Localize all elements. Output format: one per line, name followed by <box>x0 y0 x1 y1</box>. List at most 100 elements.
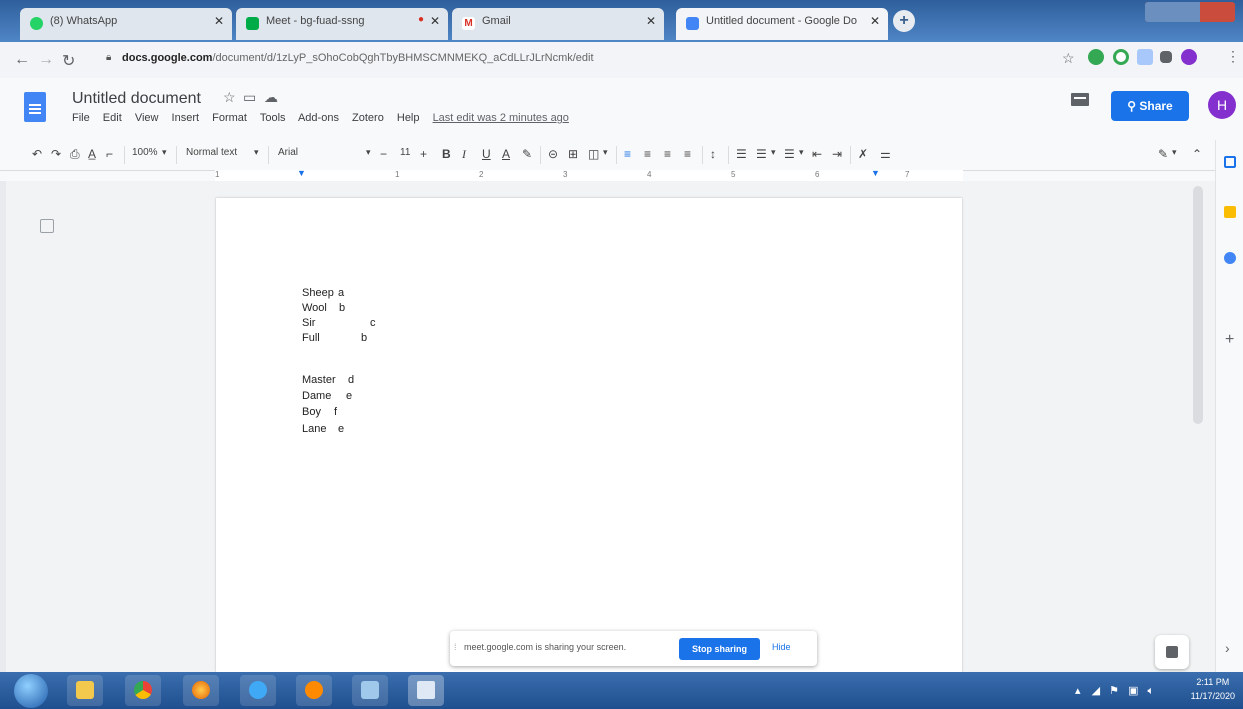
explore-button[interactable] <box>1155 635 1189 669</box>
tasks-icon[interactable] <box>1224 252 1236 264</box>
back-icon[interactable]: ← <box>14 51 30 69</box>
menu-file[interactable]: File <box>72 112 90 124</box>
justify-icon[interactable]: ≡ <box>684 147 691 161</box>
menu-edit[interactable]: Edit <box>103 112 122 124</box>
highlight-icon[interactable]: ✎ <box>522 147 532 161</box>
extension-icon[interactable] <box>1137 49 1153 65</box>
align-center-icon[interactable]: ≡ <box>644 147 651 161</box>
taskbar-document[interactable] <box>408 675 444 706</box>
extension-icon[interactable] <box>1113 49 1129 65</box>
tab-gmail[interactable]: M Gmail ✕ <box>452 8 664 40</box>
document-title[interactable]: Untitled document <box>72 90 201 108</box>
taskbar-explorer[interactable] <box>67 675 103 706</box>
reload-icon[interactable]: ↻ <box>62 51 75 71</box>
font-select[interactable]: Arial <box>278 147 298 158</box>
align-left-icon[interactable]: ≡ <box>624 147 631 161</box>
taskbar-network[interactable] <box>352 675 388 706</box>
style-select[interactable]: Normal text <box>186 147 237 158</box>
minimize-button[interactable] <box>1145 2 1175 22</box>
menu-insert[interactable]: Insert <box>172 112 200 124</box>
last-edit-link[interactable]: Last edit was 2 minutes ago <box>433 112 569 124</box>
show-hidden-icons-icon[interactable]: ▴ <box>1075 685 1081 697</box>
flag-icon[interactable]: ⚑ <box>1109 685 1119 697</box>
increase-font-size-icon[interactable]: + <box>420 147 427 161</box>
vertical-scrollbar[interactable] <box>1193 186 1203 424</box>
menu-format[interactable]: Format <box>212 112 247 124</box>
star-icon[interactable]: ☆ <box>223 89 236 106</box>
close-tab-icon[interactable]: ✕ <box>430 14 440 28</box>
checklist-icon[interactable]: ☰ <box>736 147 747 161</box>
print-icon[interactable]: ⎙ <box>70 147 80 162</box>
account-avatar[interactable]: H <box>1208 91 1236 119</box>
italic-button[interactable]: I <box>462 147 466 162</box>
underline-button[interactable]: U <box>482 147 491 161</box>
menu-help[interactable]: Help <box>397 112 420 124</box>
menu-tools[interactable]: Tools <box>260 112 286 124</box>
bookmark-star-icon[interactable]: ☆ <box>1062 50 1075 67</box>
comment-history-icon[interactable] <box>1070 92 1090 110</box>
undo-icon[interactable]: ↶ <box>32 147 42 161</box>
line-spacing-icon[interactable]: ↕ <box>710 147 716 161</box>
extensions-puzzle-icon[interactable] <box>1160 51 1172 63</box>
hide-button[interactable]: Hide <box>772 642 791 652</box>
decrease-indent-icon[interactable]: ⇤ <box>812 147 822 161</box>
drag-handle-icon[interactable]: ⁞ <box>454 642 457 652</box>
close-tab-icon[interactable]: ✕ <box>646 14 656 28</box>
signal-icon[interactable]: ◢ <box>1092 685 1100 697</box>
url-field[interactable]: 🔒︎ docs.google.com/document/d/1zLyP_sOho… <box>106 48 1052 72</box>
indent-marker-icon[interactable]: ▼ <box>297 168 306 178</box>
image-icon[interactable]: ◫ <box>588 147 599 161</box>
docs-logo-icon[interactable] <box>24 92 46 122</box>
stop-sharing-button[interactable]: Stop sharing <box>679 638 760 660</box>
bold-button[interactable]: B <box>442 147 451 161</box>
close-tab-icon[interactable]: ✕ <box>214 14 224 28</box>
align-right-icon[interactable]: ≡ <box>664 147 671 161</box>
close-tab-icon[interactable]: ✕ <box>870 14 880 28</box>
volume-icon[interactable]: 🔈︎ <box>1148 685 1155 697</box>
comment-icon[interactable]: ⊞ <box>568 147 578 161</box>
menu-view[interactable]: View <box>135 112 159 124</box>
input-tools-icon[interactable]: ⚌ <box>880 147 891 161</box>
keep-icon[interactable] <box>1224 206 1236 218</box>
tab-google-docs[interactable]: Untitled document - Google Do ✕ <box>676 8 888 40</box>
extension-icon[interactable] <box>1088 49 1104 65</box>
document-page[interactable]: Sheep a Wool b Sir c Full b Master d Dame e Bo… <box>216 198 962 672</box>
paint-format-icon[interactable]: ⌐ <box>106 147 113 161</box>
share-button[interactable]: ⚲ Share <box>1111 91 1189 121</box>
tab-meet[interactable]: Meet - bg-fuad-ssng ● ✕ <box>236 8 448 40</box>
text-color-button[interactable]: A <box>502 147 510 161</box>
forward-icon[interactable]: → <box>38 51 54 69</box>
increase-indent-icon[interactable]: ⇥ <box>832 147 842 161</box>
taskbar-media-player[interactable] <box>296 675 332 706</box>
right-indent-marker-icon[interactable]: ▼ <box>871 168 880 178</box>
taskbar-chrome[interactable] <box>125 675 161 706</box>
clear-formatting-icon[interactable]: ✗ <box>858 147 868 161</box>
taskbar-firefox[interactable] <box>183 675 219 706</box>
numbered-list-icon[interactable]: ☰ <box>756 147 767 161</box>
hide-menus-icon[interactable]: ⌃ <box>1192 147 1202 161</box>
add-ons-plus-icon[interactable]: + <box>1225 331 1234 349</box>
font-size-field[interactable]: 11 <box>400 147 410 158</box>
browser-menu-icon[interactable]: ⋮ <box>1226 48 1240 65</box>
editing-mode-icon[interactable]: ✎ <box>1158 147 1168 161</box>
tab-whatsapp[interactable]: (8) WhatsApp ✕ <box>20 8 232 40</box>
calendar-icon[interactable] <box>1224 156 1236 168</box>
spellcheck-icon[interactable]: A̲ <box>88 147 96 161</box>
chevron-right-icon[interactable]: › <box>1225 640 1230 656</box>
network-tray-icon[interactable]: ▣ <box>1128 685 1138 697</box>
link-icon[interactable]: ⊝ <box>548 147 558 161</box>
menu-zotero[interactable]: Zotero <box>352 112 384 124</box>
redo-icon[interactable]: ↷ <box>51 147 61 161</box>
profile-avatar[interactable] <box>1181 49 1197 65</box>
move-folder-icon[interactable]: ▭ <box>243 89 256 106</box>
decrease-font-size-icon[interactable]: − <box>380 147 387 161</box>
start-button[interactable] <box>14 674 48 708</box>
new-tab-button[interactable]: + <box>893 10 915 32</box>
document-outline-icon[interactable] <box>40 219 54 233</box>
taskbar-ie[interactable] <box>240 675 276 706</box>
bulleted-list-icon[interactable]: ☰ <box>784 147 795 161</box>
zoom-select[interactable]: 100% <box>132 147 158 158</box>
menu-addons[interactable]: Add-ons <box>298 112 339 124</box>
system-clock[interactable]: 2:11 PM 11/17/2020 <box>1191 675 1235 703</box>
maximize-button[interactable] <box>1175 2 1200 22</box>
